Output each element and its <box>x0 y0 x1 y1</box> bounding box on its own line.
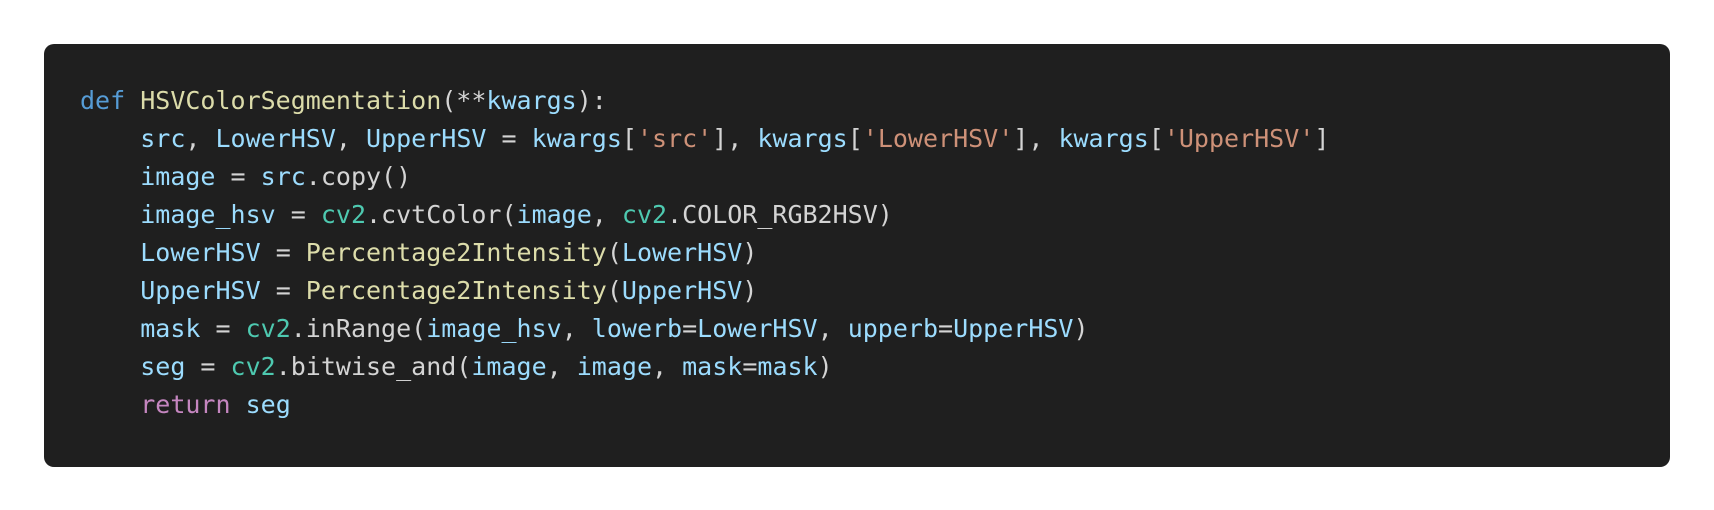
code-token: , <box>185 124 216 153</box>
code-token: ): <box>576 86 607 115</box>
code-token: = <box>682 314 698 343</box>
code-line-3: image = src.copy() <box>80 158 1670 196</box>
code-token: [ <box>1148 124 1164 153</box>
code-token: src <box>260 162 306 191</box>
code-token: image <box>516 200 592 229</box>
code-token: ) <box>817 352 833 381</box>
code-token: UpperHSV <box>621 276 743 305</box>
code-token: mask <box>682 352 743 381</box>
code-token: Percentage2Intensity <box>305 276 607 305</box>
code-token: .bitwise_and( <box>275 352 472 381</box>
code-token: LowerHSV <box>697 314 818 343</box>
code-token: image <box>140 162 216 191</box>
code-token: image <box>576 352 652 381</box>
code-token: mask <box>140 314 201 343</box>
code-token: upperb <box>847 314 939 343</box>
code-token: , <box>335 124 367 153</box>
code-token: image_hsv <box>426 314 562 343</box>
code-line-1: def HSVColorSegmentation(**kwargs): <box>80 82 1670 120</box>
code-token: .copy() <box>305 162 412 191</box>
code-block: def HSVColorSegmentation(**kwargs): src,… <box>44 44 1670 467</box>
code-token: return <box>140 390 231 419</box>
code-token: , <box>546 352 577 381</box>
code-token: ( <box>606 238 622 267</box>
code-token: LowerHSV <box>621 238 743 267</box>
code-token: .COLOR_RGB2HSV) <box>667 200 893 229</box>
code-token: kwargs <box>486 86 577 115</box>
code-token: LowerHSV <box>140 238 261 267</box>
code-content[interactable]: def HSVColorSegmentation(**kwargs): src,… <box>80 82 1670 424</box>
code-token: LowerHSV <box>215 124 336 153</box>
code-token: ], <box>712 124 758 153</box>
code-token: ) <box>742 238 758 267</box>
code-token: ) <box>1073 314 1089 343</box>
code-token: [ <box>847 124 863 153</box>
code-token: (** <box>441 86 487 115</box>
code-token: HSVColorSegmentation <box>140 86 442 115</box>
code-token: ], <box>1013 124 1059 153</box>
code-token: = <box>742 352 758 381</box>
code-token: UpperHSV <box>140 276 261 305</box>
code-token: 'LowerHSV' <box>862 124 1014 153</box>
code-token: .inRange( <box>290 314 427 343</box>
code-token: 'UpperHSV' <box>1163 124 1315 153</box>
code-token: [ <box>621 124 637 153</box>
code-token: = <box>200 314 246 343</box>
code-token: , <box>817 314 848 343</box>
code-token: = <box>215 162 261 191</box>
code-line-7: mask = cv2.inRange(image_hsv, lowerb=Low… <box>80 310 1670 348</box>
code-line-5: LowerHSV = Percentage2Intensity(LowerHSV… <box>80 234 1670 272</box>
code-token: = <box>938 314 954 343</box>
code-token: ] <box>1314 124 1330 153</box>
code-token: = <box>275 200 321 229</box>
code-token: lowerb <box>591 314 683 343</box>
code-token: Percentage2Intensity <box>305 238 607 267</box>
code-token: kwargs <box>531 124 622 153</box>
code-token: ) <box>742 276 758 305</box>
code-token: UpperHSV <box>953 314 1074 343</box>
code-token: 'src' <box>636 124 713 153</box>
code-token: .cvtColor( <box>366 200 517 229</box>
code-token: ( <box>606 276 622 305</box>
code-token: , <box>591 200 622 229</box>
code-line-8: seg = cv2.bitwise_and(image, image, mask… <box>80 348 1670 386</box>
code-token: seg <box>245 390 291 419</box>
code-token: , <box>561 314 592 343</box>
code-token: , <box>652 352 683 381</box>
code-token: seg <box>140 352 186 381</box>
code-line-2: src, LowerHSV, UpperHSV = kwargs['src'],… <box>80 120 1670 158</box>
code-line-9: return seg <box>80 386 1670 424</box>
code-token: def <box>80 86 126 115</box>
code-token: mask <box>757 352 818 381</box>
code-token: cv2 <box>320 200 366 229</box>
code-token: = <box>486 124 532 153</box>
code-token: cv2 <box>621 200 668 229</box>
code-token: = <box>260 276 306 305</box>
code-token: = <box>260 238 306 267</box>
code-token: = <box>185 352 231 381</box>
code-token: kwargs <box>757 124 848 153</box>
code-token: cv2 <box>230 352 276 381</box>
code-token: kwargs <box>1058 124 1149 153</box>
code-token: image <box>471 352 547 381</box>
code-token: UpperHSV <box>366 124 487 153</box>
code-token: src <box>140 124 186 153</box>
code-token: image_hsv <box>140 200 276 229</box>
code-line-4: image_hsv = cv2.cvtColor(image, cv2.COLO… <box>80 196 1670 234</box>
code-token: cv2 <box>245 314 291 343</box>
code-line-6: UpperHSV = Percentage2Intensity(UpperHSV… <box>80 272 1670 310</box>
